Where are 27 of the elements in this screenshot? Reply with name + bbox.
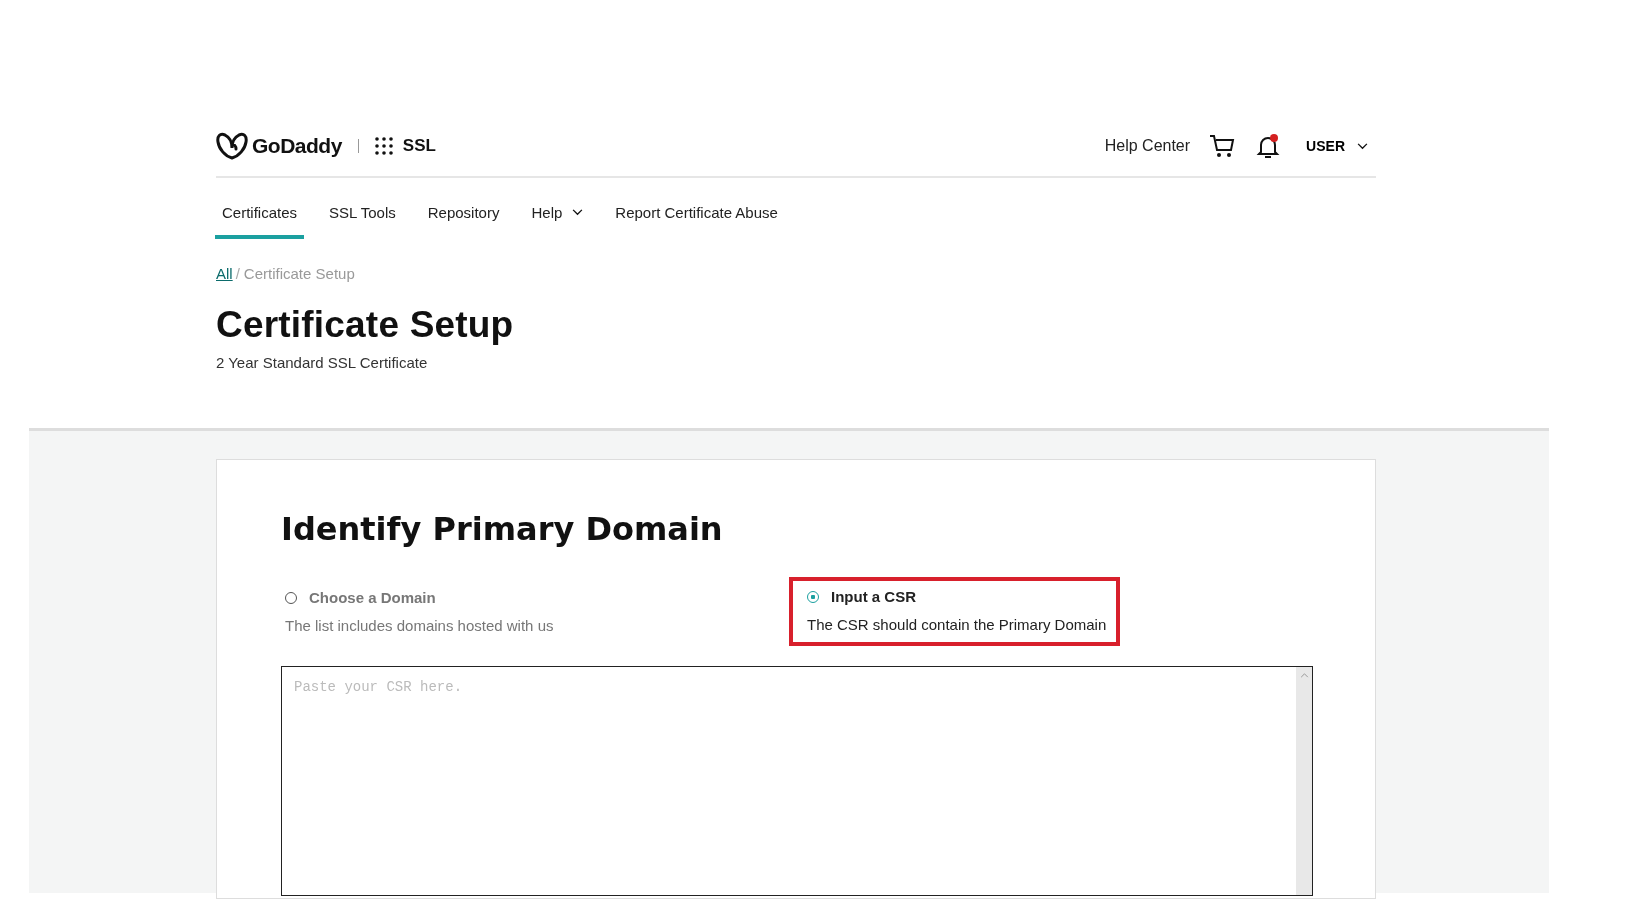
card-heading: Identify Primary Domain	[281, 510, 724, 548]
product-name: SSL	[402, 136, 436, 156]
option-description: The list includes domains hosted with us	[285, 617, 554, 634]
chevron-down-icon[interactable]	[1357, 142, 1368, 150]
nav-tab[interactable]: Help	[524, 194, 591, 239]
breadcrumb-link[interactable]: All	[216, 265, 233, 282]
radio-option[interactable]: Choose a Domain The list includes domains hosted with us	[281, 578, 568, 646]
user-menu-button[interactable]: USER	[1300, 138, 1376, 154]
breadcrumb-current: Certificate Setup	[243, 265, 355, 282]
apps-grid-icon[interactable]	[374, 137, 393, 155]
brand-name[interactable]: GoDaddy	[252, 134, 342, 158]
help-center-link[interactable]: Help Center	[1104, 137, 1191, 155]
radio-option[interactable]: Input a CSR The CSR should contain the Primary Domain	[789, 577, 1121, 646]
option-description: The CSR should contain the Primary Domain	[807, 616, 1107, 633]
radio-button[interactable]	[807, 590, 819, 603]
nav-tab[interactable]: Repository	[420, 194, 507, 239]
cart-icon[interactable]	[1208, 132, 1237, 160]
option-label: Choose a Domain	[309, 589, 436, 606]
chevron-down-icon[interactable]	[572, 209, 584, 216]
godaddy-logo-icon[interactable]	[216, 132, 248, 160]
nav-tab[interactable]: Certificates	[215, 194, 305, 239]
nav-tab[interactable]: SSL Tools	[322, 194, 403, 239]
nav-tab[interactable]: Report Certificate Abuse	[608, 194, 785, 239]
option-label: Input a CSR	[831, 588, 916, 605]
page-subtitle: 2 Year Standard SSL Certificate	[216, 354, 429, 371]
page-title: Certificate Setup	[216, 304, 515, 346]
breadcrumb-separator: /	[235, 265, 240, 282]
